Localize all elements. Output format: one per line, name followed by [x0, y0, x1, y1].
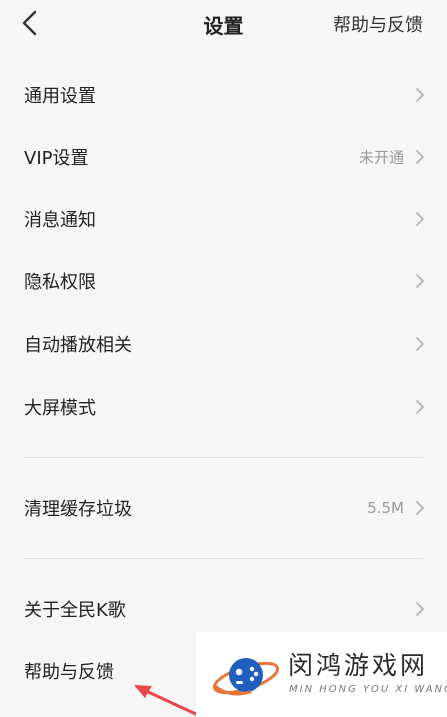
settings-item-clear-cache[interactable]: 清理缓存垃圾 5.5M — [0, 477, 447, 539]
chevron-right-icon — [416, 337, 424, 351]
settings-item-label: VIP设置 — [24, 148, 89, 169]
back-button[interactable] — [14, 6, 48, 40]
chevron-right-icon — [416, 602, 424, 616]
chevron-right-icon — [416, 400, 424, 414]
chevron-left-icon — [22, 10, 37, 36]
chevron-right-icon — [416, 212, 424, 226]
chevron-right-icon — [416, 150, 424, 164]
section-divider — [24, 558, 423, 559]
settings-item-label: 消息通知 — [24, 210, 96, 231]
settings-item-label: 隐私权限 — [24, 272, 96, 293]
cache-size-value: 5.5M — [367, 499, 404, 517]
settings-item-about[interactable]: 关于全民K歌 — [0, 578, 447, 640]
settings-item-privacy[interactable]: 隐私权限 — [0, 250, 447, 312]
chevron-right-icon — [416, 501, 424, 515]
settings-item-vip[interactable]: VIP设置 未开通 — [0, 126, 447, 188]
settings-item-big-screen[interactable]: 大屏模式 — [0, 376, 447, 438]
help-feedback-link[interactable]: 帮助与反馈 — [333, 11, 423, 37]
watermark-subtitle: MIN HONG YOU XI WANG — [289, 684, 447, 695]
watermark-logo: 闵鸿游戏网 MIN HONG YOU XI WANG — [196, 632, 447, 717]
watermark-title: 闵鸿游戏网 — [288, 651, 429, 680]
chevron-right-icon — [416, 274, 424, 288]
vip-status-value: 未开通 — [358, 148, 404, 167]
section-divider — [24, 457, 423, 458]
settings-item-notifications[interactable]: 消息通知 — [0, 188, 447, 250]
settings-item-autoplay[interactable]: 自动播放相关 — [0, 313, 447, 375]
settings-item-label: 帮助与反馈 — [24, 662, 114, 683]
chevron-right-icon — [416, 88, 424, 102]
settings-item-label: 自动播放相关 — [24, 335, 132, 356]
settings-item-label: 大屏模式 — [24, 398, 96, 419]
settings-item-label: 通用设置 — [24, 86, 96, 107]
settings-page: 设置 帮助与反馈 通用设置 VIP设置 未开通 消息通知 隐私权限 自动播放相关… — [0, 0, 447, 717]
settings-item-label: 关于全民K歌 — [24, 600, 126, 621]
settings-item-label: 清理缓存垃圾 — [24, 499, 132, 520]
header-bar: 设置 帮助与反馈 — [0, 0, 447, 46]
gamepad-planet-logo-icon — [212, 658, 280, 696]
settings-item-general[interactable]: 通用设置 — [0, 64, 447, 126]
